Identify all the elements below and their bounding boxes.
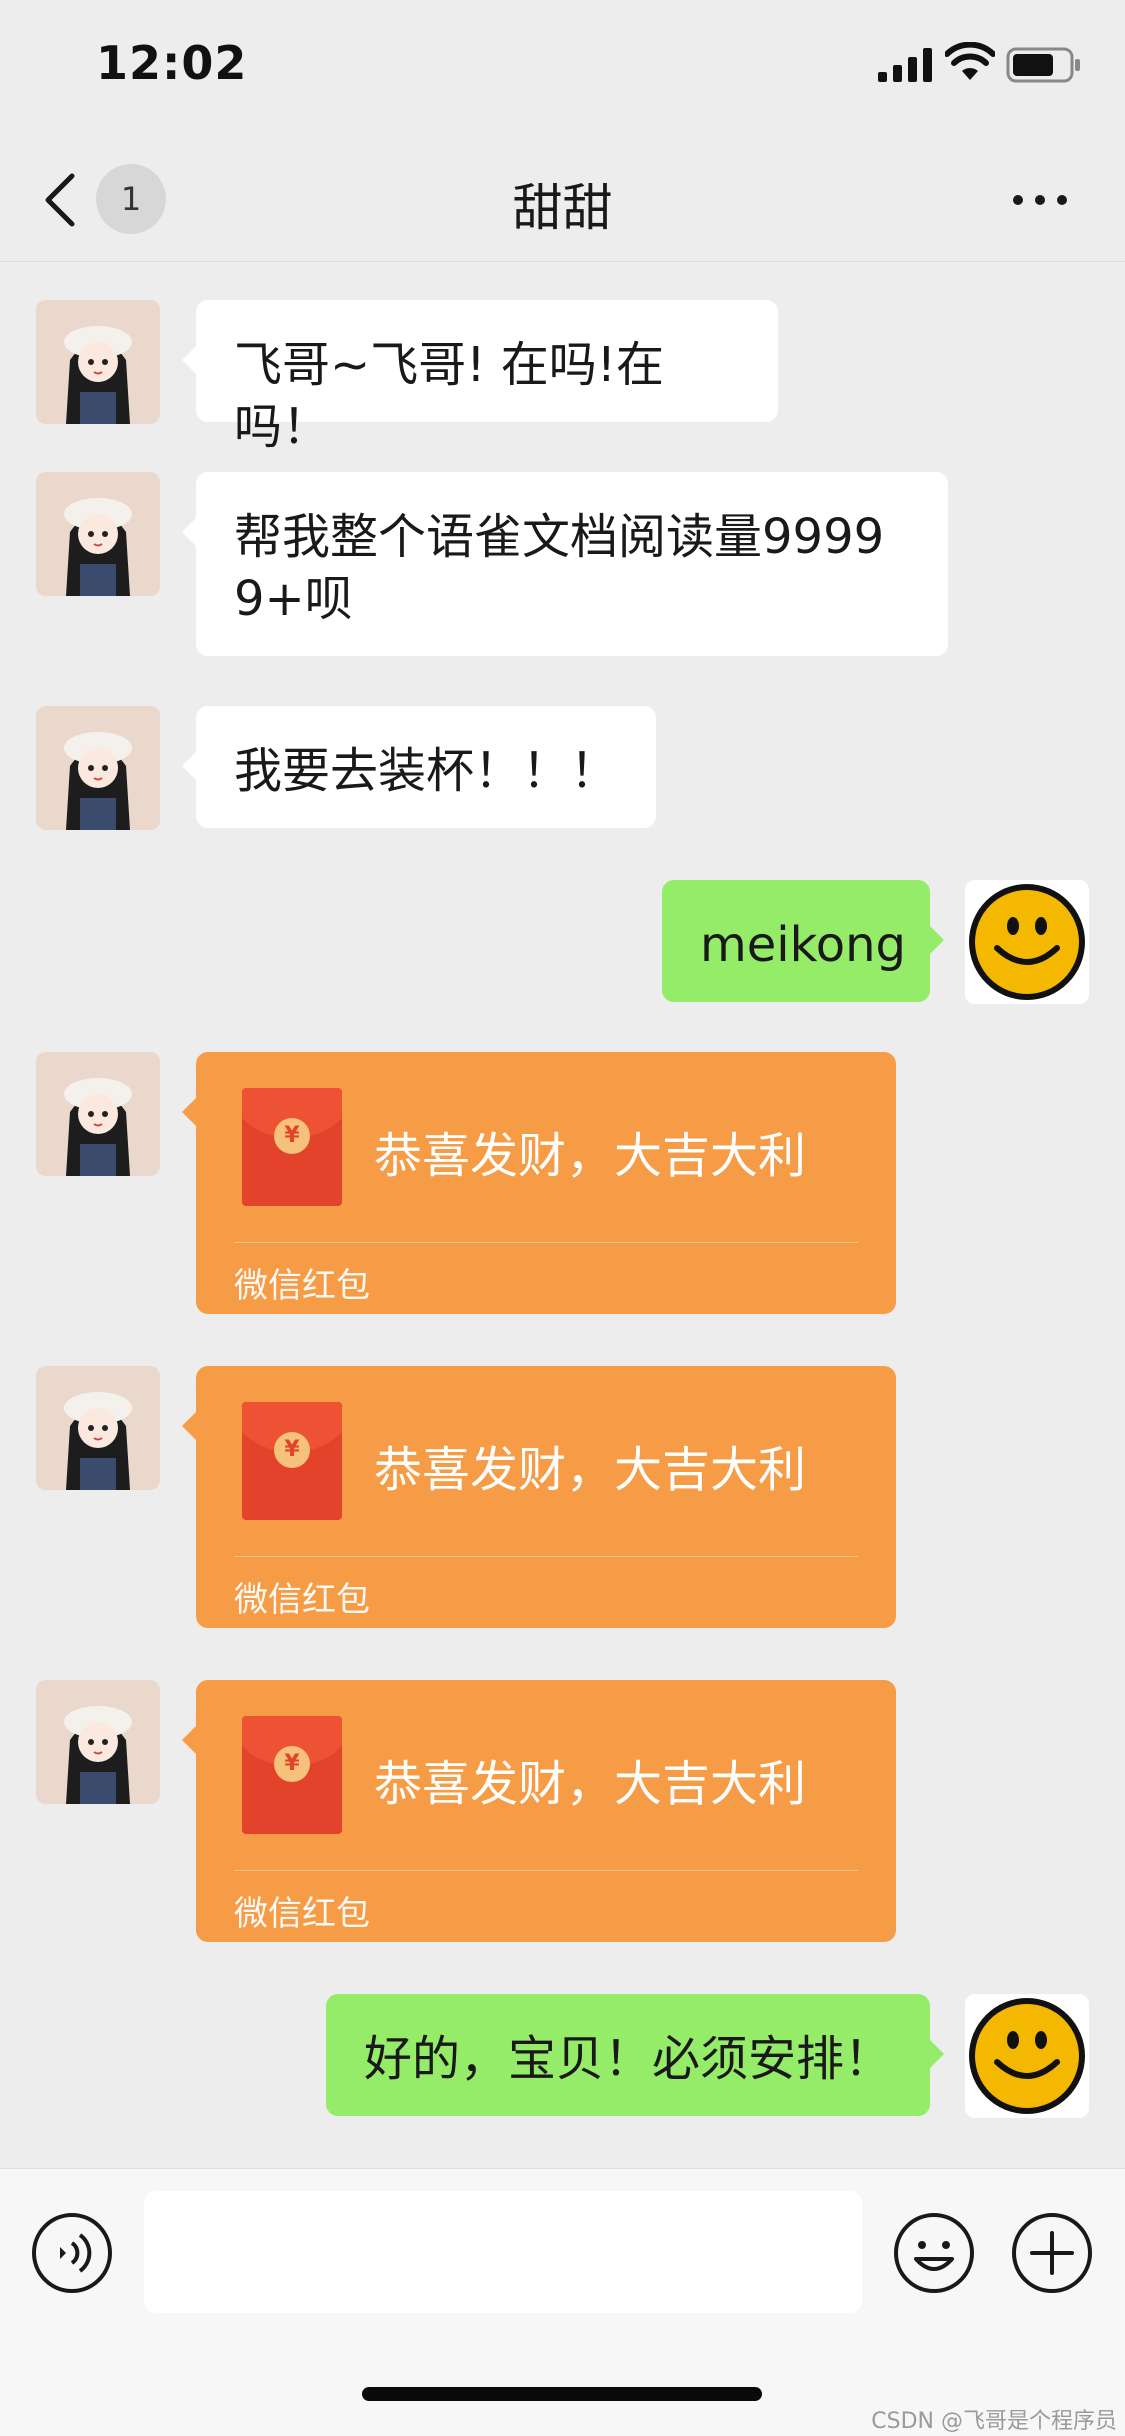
girl-avatar-icon bbox=[36, 1680, 160, 1804]
girl-avatar-icon bbox=[36, 706, 160, 830]
red-envelope-icon: ¥ bbox=[242, 1088, 342, 1206]
avatar[interactable] bbox=[36, 472, 160, 596]
red-envelope-icon: ¥ bbox=[242, 1402, 342, 1520]
plus-icon[interactable] bbox=[1010, 2211, 1094, 2295]
message-input[interactable] bbox=[144, 2191, 862, 2313]
smiley-avatar-icon bbox=[965, 1994, 1089, 2118]
voice-icon[interactable] bbox=[30, 2211, 114, 2295]
avatar[interactable] bbox=[36, 1366, 160, 1490]
more-dots-icon[interactable] bbox=[1010, 190, 1070, 210]
message-bubble-outgoing[interactable]: meikong bbox=[662, 880, 944, 1002]
smiley-avatar-icon bbox=[965, 880, 1089, 1004]
message-bubble-incoming[interactable]: 我要去装杯！！！ bbox=[182, 706, 656, 828]
red-packet-title: 恭喜发财，大吉大利 bbox=[374, 1128, 807, 1184]
red-packet-label: 微信红包 bbox=[234, 1580, 370, 1620]
emoji-icon[interactable] bbox=[892, 2211, 976, 2295]
watermark: CSDN @飞哥是个程序员 bbox=[871, 2409, 1117, 2434]
chat-title: 甜甜 bbox=[512, 179, 613, 237]
avatar[interactable] bbox=[36, 300, 160, 424]
chat-screen: 12:02 1 甜甜 飞哥~飞哥! 在吗!在吗！ 帮我整个语雀文档阅读量9999… bbox=[0, 0, 1125, 2436]
message-bubble-incoming[interactable]: 飞哥~飞哥! 在吗!在吗！ bbox=[182, 300, 778, 455]
message-text: 飞哥~飞哥! 在吗!在吗！ bbox=[234, 337, 664, 455]
red-envelope-icon: ¥ bbox=[242, 1716, 342, 1834]
divider bbox=[234, 1242, 858, 1243]
red-packet-title: 恭喜发财，大吉大利 bbox=[374, 1756, 807, 1812]
message-bubble-outgoing[interactable]: 好的，宝贝！必须安排！ bbox=[326, 1994, 944, 2116]
avatar[interactable] bbox=[36, 1680, 160, 1804]
red-packet-card[interactable]: ¥ 恭喜发财，大吉大利 微信红包 bbox=[182, 1366, 896, 1628]
divider bbox=[234, 1556, 858, 1557]
divider bbox=[234, 1870, 858, 1871]
girl-avatar-icon bbox=[36, 1052, 160, 1176]
status-bar: 12:02 bbox=[0, 0, 1125, 132]
home-indicator[interactable] bbox=[362, 2387, 762, 2401]
avatar[interactable] bbox=[36, 706, 160, 830]
red-packet-title: 恭喜发财，大吉大利 bbox=[374, 1442, 807, 1498]
message-text: 我要去装杯！！！ bbox=[234, 743, 619, 799]
red-packet-label: 微信红包 bbox=[234, 1894, 370, 1934]
my-avatar[interactable] bbox=[965, 880, 1089, 1004]
avatar[interactable] bbox=[36, 1052, 160, 1176]
red-packet-card[interactable]: ¥ 恭喜发财，大吉大利 微信红包 bbox=[182, 1052, 896, 1314]
status-time: 12:02 bbox=[96, 36, 248, 90]
battery-icon bbox=[1006, 47, 1080, 83]
girl-avatar-icon bbox=[36, 472, 160, 596]
message-text: 好的，宝贝！必须安排！ bbox=[364, 2031, 893, 2087]
message-bubble-incoming[interactable]: 帮我整个语雀文档阅读量99999+呗 bbox=[182, 472, 948, 656]
nav-bar: 1 甜甜 bbox=[0, 132, 1125, 262]
message-text: 帮我整个语雀文档阅读量99999+呗 bbox=[234, 509, 885, 627]
girl-avatar-icon bbox=[36, 1366, 160, 1490]
girl-avatar-icon bbox=[36, 300, 160, 424]
message-text: meikong bbox=[700, 917, 906, 973]
red-packet-label: 微信红包 bbox=[234, 1266, 370, 1306]
input-bar: CSDN @飞哥是个程序员 bbox=[0, 2168, 1125, 2436]
wifi-icon bbox=[945, 42, 995, 80]
my-avatar[interactable] bbox=[965, 1994, 1089, 2118]
red-packet-card[interactable]: ¥ 恭喜发财，大吉大利 微信红包 bbox=[182, 1680, 896, 1942]
signal-icon bbox=[878, 48, 932, 82]
